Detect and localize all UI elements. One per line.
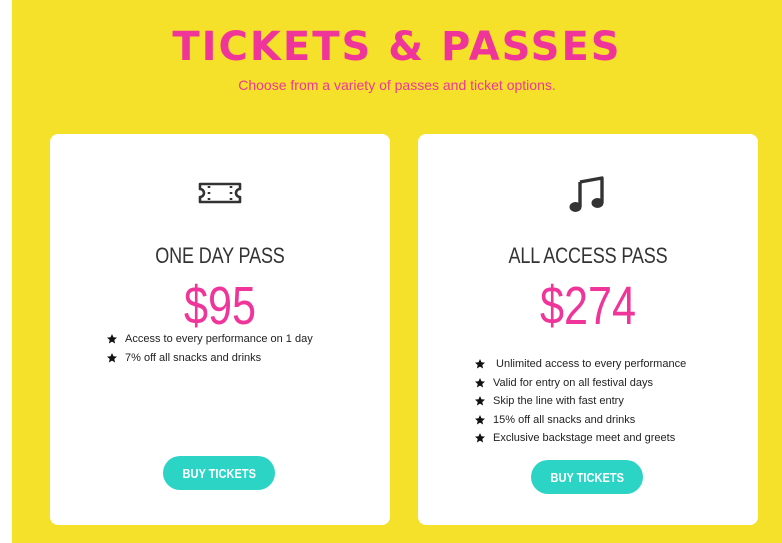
feature-text: Exclusive backstage meet and greets bbox=[493, 432, 676, 444]
feature-list: Unlimited access to every performance Va… bbox=[474, 355, 686, 448]
music-note-icon bbox=[418, 176, 758, 212]
button-label: BUY TICKETS bbox=[550, 469, 624, 485]
list-item: Unlimited access to every performance bbox=[474, 355, 686, 374]
feature-list: Access to every performance on 1 day 7% … bbox=[106, 330, 313, 367]
button-label: BUY TICKETS bbox=[182, 465, 256, 481]
page-title: TICKETS & PASSES bbox=[172, 24, 622, 70]
pass-name: ALL ACCESS PASS bbox=[508, 243, 668, 268]
star-icon bbox=[475, 433, 485, 443]
list-item: Valid for entry on all festival days bbox=[474, 374, 686, 393]
section-header: TICKETS & PASSES Choose from a variety o… bbox=[12, 26, 782, 94]
pass-name: ONE DAY PASS bbox=[155, 243, 285, 268]
star-icon bbox=[107, 334, 117, 344]
pass-price: $274 bbox=[539, 276, 637, 336]
ticket-icon bbox=[50, 176, 390, 210]
star-icon bbox=[475, 359, 485, 369]
pass-price: $95 bbox=[183, 276, 257, 336]
page-subtitle: Choose from a variety of passes and tick… bbox=[238, 77, 556, 93]
list-item: Access to every performance on 1 day bbox=[106, 330, 313, 349]
buy-tickets-button[interactable]: BUY TICKETS bbox=[163, 456, 275, 490]
tickets-section: TICKETS & PASSES Choose from a variety o… bbox=[12, 0, 782, 543]
feature-text: 15% off all snacks and drinks bbox=[493, 413, 636, 426]
star-icon bbox=[475, 377, 485, 388]
pass-card-all-access: ALL ACCESS PASS $274 Unlimited access to… bbox=[418, 134, 758, 525]
star-icon bbox=[475, 396, 485, 406]
star-icon bbox=[475, 414, 485, 425]
star-icon bbox=[107, 352, 117, 363]
feature-text: Skip the line with fast entry bbox=[493, 395, 624, 407]
list-item: 7% off all snacks and drinks bbox=[106, 349, 313, 368]
list-item: 15% off all snacks and drinks bbox=[474, 411, 686, 430]
feature-text: 7% off all snacks and drinks bbox=[125, 351, 262, 364]
feature-text: Valid for entry on all festival days bbox=[493, 376, 653, 389]
list-item: Exclusive backstage meet and greets bbox=[474, 429, 686, 448]
feature-text: Unlimited access to every performance bbox=[493, 358, 687, 370]
feature-text: Access to every performance on 1 day bbox=[125, 333, 313, 345]
buy-tickets-button[interactable]: BUY TICKETS bbox=[531, 460, 643, 494]
pass-card-one-day: ONE DAY PASS $95 Access to every perform… bbox=[50, 134, 390, 525]
list-item: Skip the line with fast entry bbox=[474, 392, 686, 411]
